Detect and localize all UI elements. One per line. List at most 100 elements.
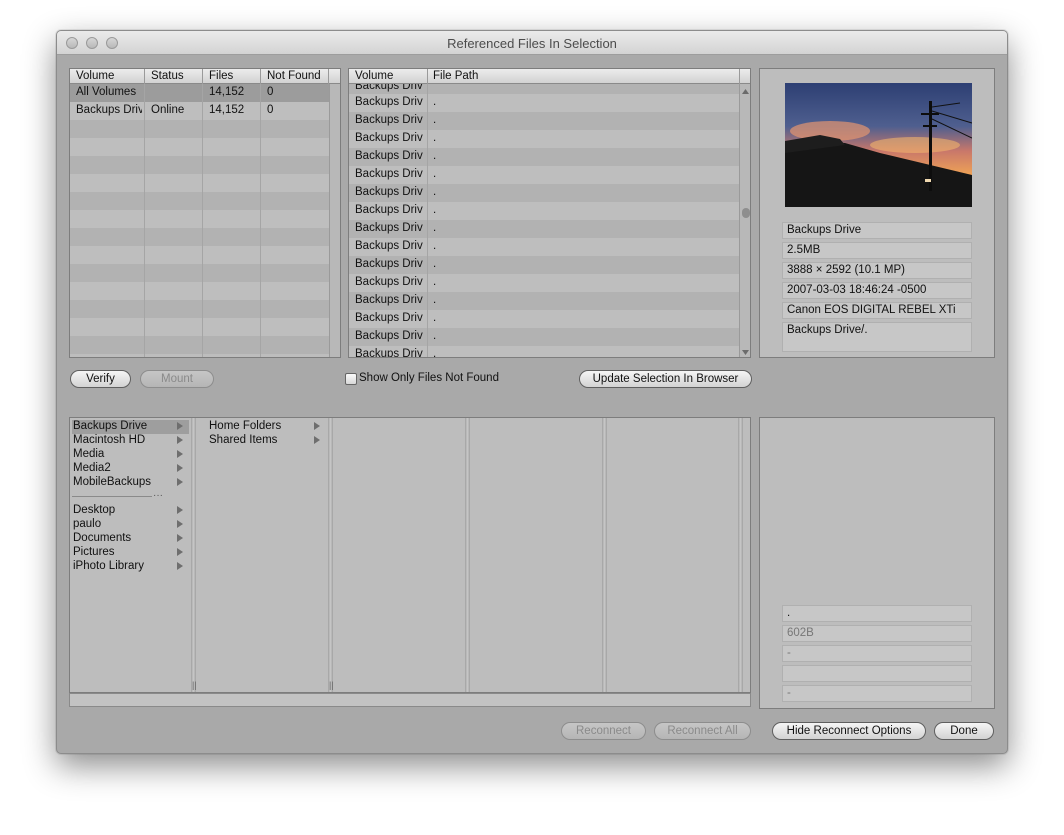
table-row[interactable]: Backups Driv. — [349, 166, 739, 184]
browser-item[interactable]: Backups Drive — [72, 420, 189, 434]
col-header-volume[interactable]: Volume — [76, 70, 114, 82]
browser-item[interactable]: paulo — [72, 518, 189, 532]
browser-item-label: Documents — [73, 532, 132, 544]
browser-column-2: Home Folders Shared Items — [206, 418, 328, 692]
table-row[interactable]: Backups Driv. — [349, 148, 739, 166]
table-row[interactable]: Backups Driv. — [349, 94, 739, 112]
table-row[interactable]: Backups Driv. — [349, 112, 739, 130]
table-row[interactable] — [70, 138, 329, 156]
browser-column-1: Backups Drive Macintosh HD Media Media2 Mobi… — [70, 418, 191, 692]
browser-item[interactable]: Media2 — [72, 462, 189, 476]
browser-item[interactable]: Macintosh HD — [72, 434, 189, 448]
show-not-found-checkbox[interactable] — [345, 373, 357, 385]
hide-reconnect-options-button[interactable]: Hide Reconnect Options — [772, 722, 926, 740]
table-row[interactable]: Backups Driv. — [349, 202, 739, 220]
column-browser[interactable]: Backups Drive Macintosh HD Media Media2 Mobi… — [69, 417, 751, 693]
done-button[interactable]: Done — [934, 722, 994, 740]
table-row[interactable] — [70, 174, 329, 192]
table-row[interactable] — [70, 192, 329, 210]
table-cell: Backups Driv — [355, 240, 423, 252]
browser-column-4 — [480, 418, 602, 692]
table-row[interactable] — [70, 210, 329, 228]
table-row[interactable] — [70, 228, 329, 246]
disclosure-arrow-icon — [314, 422, 320, 430]
table-row[interactable] — [70, 120, 329, 138]
table-row[interactable] — [70, 300, 329, 318]
col-header-files[interactable]: Files — [209, 70, 233, 82]
table-cell: . — [433, 240, 437, 252]
preview-path: Backups Drive/. — [782, 322, 972, 352]
table-row[interactable]: Backups Driv. — [349, 328, 739, 346]
browser-item[interactable]: Shared Items — [208, 434, 326, 448]
col-header-status[interactable]: Status — [151, 70, 184, 82]
table-row[interactable] — [70, 264, 329, 282]
table-row[interactable]: All Volumes 14,152 0 — [70, 84, 329, 102]
browser-item[interactable]: Home Folders — [208, 420, 326, 434]
preview-camera: Canon EOS DIGITAL REBEL XTi — [782, 302, 972, 319]
table-row[interactable]: Backups Driv. — [349, 346, 739, 358]
table-row[interactable]: Backups Driv. — [349, 274, 739, 292]
update-selection-button[interactable]: Update Selection In Browser — [579, 370, 752, 388]
table-cell: Backups Driv — [355, 150, 423, 162]
table-cell: . — [433, 168, 437, 180]
table-row[interactable] — [70, 156, 329, 174]
column-resize-handle[interactable] — [328, 418, 333, 692]
browser-item[interactable]: iPhoto Library — [72, 560, 189, 574]
table-cell: Backups Driv — [355, 312, 423, 324]
mount-button[interactable]: Mount — [140, 370, 214, 388]
table-cell: . — [433, 96, 437, 108]
table-row[interactable] — [70, 282, 329, 300]
disclosure-arrow-icon — [177, 520, 183, 528]
resize-grip-icon[interactable]: || — [192, 680, 197, 690]
table-row[interactable] — [70, 336, 329, 354]
table-cell: . — [433, 114, 437, 126]
scroll-down-icon[interactable] — [742, 347, 749, 355]
column-resize-handle[interactable] — [465, 418, 470, 692]
show-not-found-label[interactable]: Show Only Files Not Found — [359, 372, 499, 384]
table-cell: . — [433, 348, 437, 358]
column-divider — [144, 84, 145, 357]
files-scroll-thumb[interactable] — [742, 208, 750, 218]
table-row[interactable]: Backups Driv. — [349, 256, 739, 274]
disclosure-arrow-icon — [177, 478, 183, 486]
table-cell: Backups Driv — [355, 96, 423, 108]
table-row[interactable]: Backups Driv. — [349, 292, 739, 310]
volumes-scrollbar[interactable] — [329, 84, 340, 357]
table-row[interactable]: Backups Driv Online 14,152 0 — [70, 102, 329, 120]
scroll-up-icon[interactable] — [742, 86, 749, 94]
divider-handle-icon[interactable]: ··· — [153, 490, 163, 501]
browser-item[interactable]: Media — [72, 448, 189, 462]
table-cell: 0 — [267, 86, 274, 98]
table-cell: Backups Driv — [355, 276, 423, 288]
table-row[interactable] — [70, 318, 329, 336]
browser-item[interactable]: Documents — [72, 532, 189, 546]
col-header-file-path[interactable]: File Path — [433, 70, 478, 82]
volumes-table[interactable]: Volume Status Files Not Found All Volume… — [69, 68, 341, 358]
column-divider — [739, 69, 740, 84]
table-row[interactable]: Backups Driv. — [349, 220, 739, 238]
table-row[interactable]: Backups Driv. — [349, 310, 739, 328]
table-row[interactable]: Backups Driv. — [349, 184, 739, 202]
browser-item[interactable]: MobileBackups — [72, 476, 189, 490]
column-resize-handle[interactable] — [191, 418, 196, 692]
browser-horizontal-scrollbar[interactable] — [69, 693, 751, 707]
table-row[interactable]: Backups Driv. — [349, 130, 739, 148]
files-table[interactable]: Backups Driv Backups Driv. Backups Driv. Ba… — [348, 68, 751, 358]
table-row[interactable]: Backups Driv. — [349, 238, 739, 256]
browser-item[interactable]: Pictures — [72, 546, 189, 560]
photo-thumbnail[interactable] — [785, 83, 972, 207]
reconnect-button[interactable]: Reconnect — [561, 722, 646, 740]
verify-button[interactable]: Verify — [70, 370, 131, 388]
column-resize-handle[interactable] — [738, 418, 743, 692]
files-scrollbar[interactable] — [739, 84, 750, 357]
table-cell: . — [433, 204, 437, 216]
col-header-not-found[interactable]: Not Found — [267, 70, 321, 82]
reconnect-file-name: . — [782, 605, 972, 622]
col-header-volume[interactable]: Volume — [355, 70, 393, 82]
column-resize-handle[interactable] — [602, 418, 607, 692]
table-row[interactable] — [70, 246, 329, 264]
resize-grip-icon[interactable]: || — [329, 680, 334, 690]
browser-item[interactable]: Desktop — [72, 504, 189, 518]
reconnect-all-button[interactable]: Reconnect All — [654, 722, 751, 740]
reconnect-field-5: - — [782, 685, 972, 702]
